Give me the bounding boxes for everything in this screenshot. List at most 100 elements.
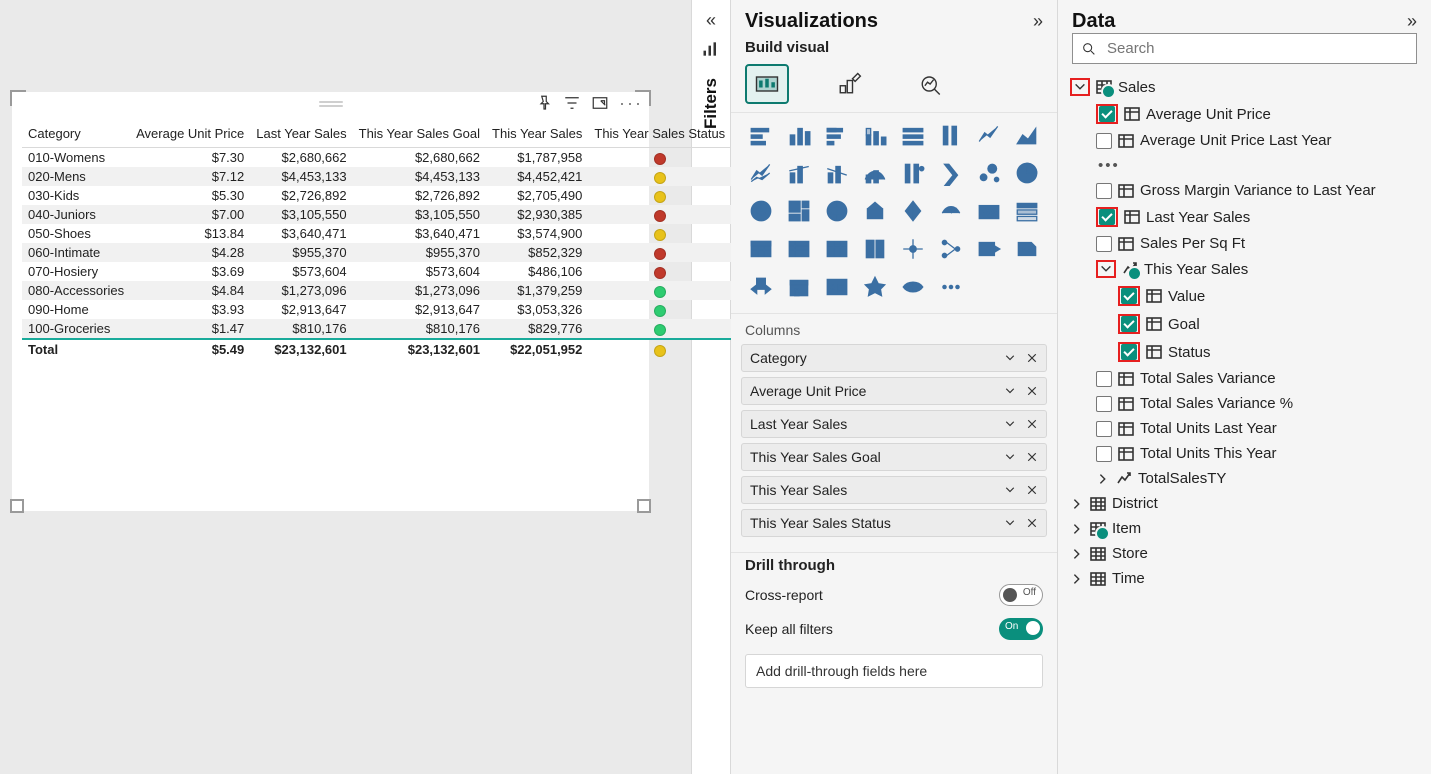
tree-field-total-sales-variance[interactable]: Total Sales Variance [1068, 366, 1421, 391]
viz-type-key-influencers[interactable] [897, 233, 929, 265]
checkbox[interactable] [1121, 288, 1137, 304]
checkbox[interactable] [1121, 316, 1137, 332]
table-total-row[interactable]: Total$5.49$23,132,601$23,132,601$22,051,… [22, 339, 731, 359]
viz-type-line[interactable] [973, 119, 1005, 151]
tree-kpi-this-year-sales[interactable]: This Year Sales [1068, 256, 1421, 282]
chevron-down-icon[interactable] [1073, 80, 1087, 94]
viz-type-map[interactable] [821, 195, 853, 227]
remove-field-icon[interactable] [1026, 484, 1038, 496]
tree-field-total-units-last-year[interactable]: Total Units Last Year [1068, 416, 1421, 441]
tree-more-icon[interactable]: ••• [1068, 153, 1421, 178]
remove-field-icon[interactable] [1026, 517, 1038, 529]
column-header[interactable]: Category [22, 122, 130, 148]
viz-type-power-apps[interactable] [859, 271, 891, 303]
viz-type-py-visual[interactable] [821, 271, 853, 303]
tree-field-average-unit-price[interactable]: Average Unit Price [1068, 100, 1421, 128]
viz-type-donut[interactable] [745, 195, 777, 227]
chevron-right-icon[interactable] [1070, 497, 1084, 511]
table-row[interactable]: 010-Womens$7.30$2,680,662$2,680,662$1,78… [22, 148, 731, 168]
viz-type-small-multiples[interactable] [859, 233, 891, 265]
table-row[interactable]: 090-Home$3.93$2,913,647$2,913,647$3,053,… [22, 300, 731, 319]
format-visual-tab[interactable] [827, 64, 871, 104]
checkbox[interactable] [1096, 421, 1112, 437]
viz-type-combo-column-line[interactable] [783, 157, 815, 189]
column-header[interactable]: Last Year Sales [250, 122, 352, 148]
viz-type-smart-narrative[interactable] [1011, 233, 1043, 265]
tree-field-average-unit-price-last-year[interactable]: Average Unit Price Last Year [1068, 128, 1421, 153]
tree-field-total-units-this-year[interactable]: Total Units This Year [1068, 441, 1421, 466]
viz-type-table[interactable] [745, 233, 777, 265]
tree-table-store[interactable]: Store [1068, 541, 1421, 566]
viz-type-ribbon[interactable] [859, 157, 891, 189]
columns-field-well[interactable]: Category Average Unit Price Last Year Sale… [731, 344, 1057, 552]
drag-grip-icon[interactable] [319, 101, 343, 107]
viz-type-shape-map[interactable] [897, 195, 929, 227]
viz-type-area[interactable] [1011, 119, 1043, 151]
field-well-item[interactable]: Category [741, 344, 1047, 372]
chevron-right-icon[interactable] [1096, 472, 1110, 486]
viz-type-stacked-bar[interactable] [745, 119, 777, 151]
expand-left-icon[interactable]: « [706, 10, 716, 31]
search-input[interactable] [1105, 39, 1408, 58]
remove-field-icon[interactable] [1026, 352, 1038, 364]
viz-type-power-automate[interactable] [897, 271, 929, 303]
viz-type-bar-100[interactable] [897, 119, 929, 151]
search-field[interactable] [1072, 33, 1417, 64]
table-row[interactable]: 080-Accessories$4.84$1,273,096$1,273,096… [22, 281, 731, 300]
chevron-down-icon[interactable] [1004, 385, 1016, 397]
remove-field-icon[interactable] [1026, 418, 1038, 430]
viz-type-pie[interactable] [1011, 157, 1043, 189]
checkbox[interactable] [1096, 183, 1112, 199]
tree-table-district[interactable]: District [1068, 491, 1421, 516]
viz-type-matrix-2[interactable] [821, 233, 853, 265]
pin-icon[interactable] [535, 94, 553, 112]
tree-field-gross-margin-variance[interactable]: Gross Margin Variance to Last Year [1068, 178, 1421, 203]
viz-type-clustered-column[interactable] [783, 119, 815, 151]
viz-type-combo-column-line-2[interactable] [821, 157, 853, 189]
column-header[interactable]: This Year Sales Goal [353, 122, 486, 148]
chevron-down-icon[interactable] [1099, 262, 1113, 276]
tree-field-total-sales-variance-pct[interactable]: Total Sales Variance % [1068, 391, 1421, 416]
viz-type-treemap[interactable] [783, 195, 815, 227]
checkbox[interactable] [1096, 371, 1112, 387]
table-row[interactable]: 100-Groceries$1.47$810,176$810,176$829,7… [22, 319, 731, 339]
viz-type-funnel[interactable] [935, 157, 967, 189]
checkbox[interactable] [1096, 396, 1112, 412]
report-canvas[interactable]: ··· CategoryAverage Unit PriceLast Year … [0, 0, 691, 774]
checkbox[interactable] [1099, 106, 1115, 122]
filters-pane-collapsed[interactable]: « Filters [691, 0, 731, 774]
field-well-item[interactable]: This Year Sales Status [741, 509, 1047, 537]
analytics-tab[interactable] [909, 64, 953, 104]
build-visual-tab[interactable] [745, 64, 789, 104]
remove-field-icon[interactable] [1026, 451, 1038, 463]
chevron-right-icon[interactable] [1070, 522, 1084, 536]
viz-type-more[interactable] [935, 271, 967, 303]
remove-field-icon[interactable] [1026, 385, 1038, 397]
collapse-pane-icon[interactable]: » [1033, 11, 1043, 32]
field-well-item[interactable]: Average Unit Price [741, 377, 1047, 405]
table-row[interactable]: 070-Hosiery$3.69$573,604$573,604$486,106 [22, 262, 731, 281]
field-well-item[interactable]: Last Year Sales [741, 410, 1047, 438]
viz-type-card[interactable]: 123 [973, 195, 1005, 227]
chevron-down-icon[interactable] [1004, 352, 1016, 364]
chevron-right-icon[interactable] [1070, 547, 1084, 561]
viz-type-stacked-bar-100[interactable] [821, 119, 853, 151]
checkbox[interactable] [1096, 133, 1112, 149]
filter-icon[interactable] [563, 94, 581, 112]
viz-type-multi-line[interactable] [745, 157, 777, 189]
chevron-down-icon[interactable] [1004, 418, 1016, 430]
keep-all-filters-toggle[interactable]: On [999, 618, 1043, 640]
chevron-right-icon[interactable] [1070, 572, 1084, 586]
table-row[interactable]: 040-Juniors$7.00$3,105,550$3,105,550$2,9… [22, 205, 731, 224]
tree-table-item[interactable]: Item [1068, 516, 1421, 541]
checkbox[interactable] [1096, 446, 1112, 462]
focus-mode-icon[interactable] [591, 94, 609, 112]
tree-field-last-year-sales[interactable]: Last Year Sales [1068, 203, 1421, 231]
table-visual[interactable]: ··· CategoryAverage Unit PriceLast Year … [12, 92, 649, 511]
table-row[interactable]: 020-Mens$7.12$4,453,133$4,453,133$4,452,… [22, 167, 731, 186]
viz-type-column-scatter[interactable] [897, 157, 929, 189]
drill-through-dropzone[interactable]: Add drill-through fields here [745, 654, 1043, 688]
table-row[interactable]: 030-Kids$5.30$2,726,892$2,726,892$2,705,… [22, 186, 731, 205]
checkbox[interactable] [1096, 236, 1112, 252]
tree-field-goal[interactable]: Goal [1068, 310, 1421, 338]
